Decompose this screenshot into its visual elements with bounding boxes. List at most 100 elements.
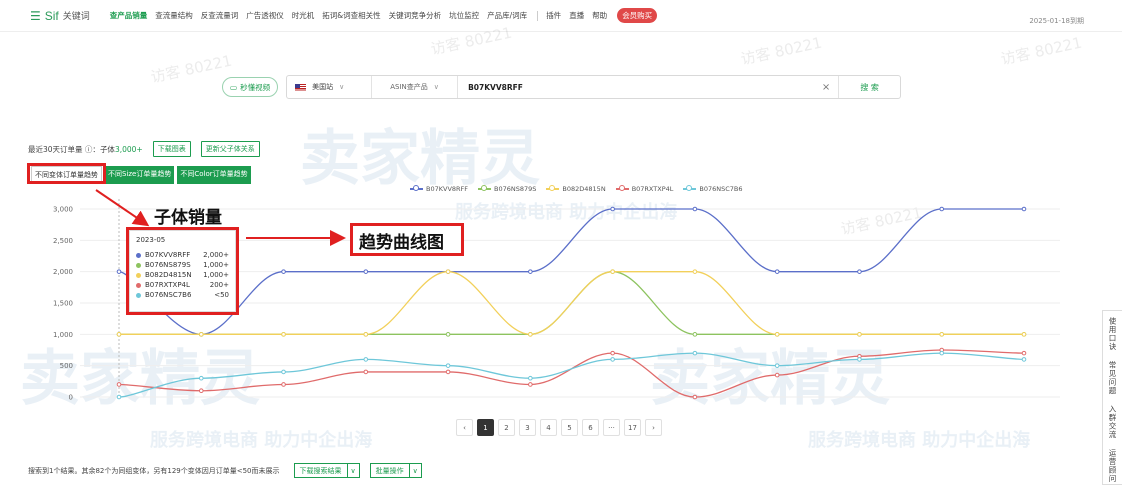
page-2[interactable]: 2 [498, 419, 515, 436]
annotation-trend-chart: 趋势曲线图 [359, 233, 444, 253]
page-ellipsis[interactable]: ··· [603, 419, 620, 436]
legend-item[interactable]: B07RXTXP4L [615, 185, 673, 193]
legend-label: B076NSC7B6 [699, 185, 743, 193]
nav-item-monitor[interactable]: 坑位监控 [449, 10, 479, 21]
data-point [1021, 332, 1027, 337]
batch-action-button[interactable]: 批量操作 ∨ [369, 463, 422, 478]
brand-sub: 关键词 [62, 12, 90, 22]
page-4[interactable]: 4 [540, 419, 557, 436]
download-results-button[interactable]: 下载搜索结果 ∨ [293, 463, 360, 478]
vip-button[interactable]: 会员购买 [617, 8, 658, 23]
nav-item-timemachine[interactable]: 时光机 [292, 10, 315, 21]
nav-item-live[interactable]: 直播 [569, 10, 584, 21]
legend-marker [546, 185, 560, 191]
page-prev[interactable]: ‹ [456, 419, 473, 436]
nav-divider [537, 10, 539, 21]
y-tick-label: 0 [69, 394, 73, 402]
watermark-slogan: 服务跨境电商 助力中企出海 [150, 430, 373, 451]
data-point [445, 269, 451, 274]
legend-item[interactable]: B076NSC7B6 [683, 185, 743, 193]
tab-color-trend[interactable]: 不同Color订单量趋势 [177, 166, 251, 184]
menu-icon[interactable]: ☰ [30, 9, 41, 23]
nav-item-expand[interactable]: 拓词&词查相关性 [322, 10, 380, 21]
data-point [281, 382, 286, 387]
side-item-consultant[interactable]: 运营顾问 [1107, 449, 1118, 483]
data-point [363, 332, 369, 337]
data-point [1021, 206, 1027, 212]
page-6[interactable]: 6 [582, 419, 599, 436]
data-point [857, 332, 862, 337]
data-point [610, 357, 615, 362]
site-select[interactable]: 美国站 ∨ [287, 76, 373, 98]
data-point [692, 332, 698, 337]
side-item-tips[interactable]: 使用口诀 [1107, 317, 1118, 351]
data-point [857, 353, 862, 359]
watermark-brand: 卖家精灵 [300, 124, 540, 194]
page-next[interactable]: › [645, 419, 662, 436]
download-chart-button[interactable]: 下载图表 [152, 141, 191, 157]
tab-size-trend[interactable]: 不同Size订单量趋势 [105, 166, 175, 184]
side-item-group[interactable]: 入群交流 [1107, 405, 1118, 439]
nav-item-help[interactable]: 帮助 [592, 10, 607, 21]
series-line [119, 271, 1024, 335]
video-button-label: 秒懂视频 [240, 82, 271, 92]
page-17[interactable]: 17 [624, 419, 641, 436]
nav-item-competition[interactable]: 关键词竞争分析 [389, 10, 442, 21]
legend-item[interactable]: B082D4815N [546, 185, 606, 193]
data-point [610, 206, 615, 212]
summary-value: 3,000+ [114, 144, 143, 154]
data-point [528, 269, 533, 274]
nav-item-sales[interactable]: 查产品销量 [110, 10, 148, 21]
watermark-visitor: 访客 80221 [739, 33, 824, 69]
data-point [1021, 357, 1027, 362]
nav-item-library[interactable]: 产品库/词库 [487, 10, 527, 21]
legend-marker [683, 185, 697, 191]
legend-marker [478, 185, 492, 191]
series-line [118, 208, 1024, 335]
page-1[interactable]: 1 [477, 419, 494, 436]
y-tick-label: 500 [60, 362, 73, 370]
data-point [445, 363, 451, 368]
data-point [116, 382, 122, 387]
data-point [857, 357, 862, 362]
watermark-brand: 卖家精灵 [650, 344, 890, 414]
summary-row: 最近30天订单量 ⓘ： 子体 3,000+ 下载图表 更新父子体关系 [28, 141, 260, 157]
data-point [198, 388, 204, 394]
legend-label: B082D4815N [562, 185, 606, 193]
clear-icon[interactable]: × [814, 82, 838, 93]
chevron-down-icon[interactable]: ∨ [346, 464, 359, 477]
nav-item-plugin[interactable]: 插件 [546, 10, 561, 21]
data-point [857, 269, 862, 274]
data-point [116, 332, 122, 337]
page-3[interactable]: 3 [519, 419, 536, 436]
logo[interactable]: ☰ Sif 关键词 [30, 9, 90, 23]
chevron-down-icon[interactable]: ∨ [408, 464, 421, 477]
legend-label: B07KVV8RFF [426, 185, 469, 193]
result-footer: 搜索到1个结果。其余82个为同组变体，另有129个变体因月订单量<50而未展示 … [28, 463, 422, 478]
side-item-faq[interactable]: 常见问题 [1107, 361, 1118, 395]
y-tick-label: 1,500 [53, 300, 73, 308]
data-point [939, 332, 945, 337]
video-button[interactable]: ▭ 秒懂视频 [222, 77, 279, 97]
nav-item-traffic[interactable]: 查流量结构 [155, 10, 193, 21]
nav-item-reverse[interactable]: 反查流量词 [201, 10, 239, 21]
legend-item[interactable]: B07KVV8RFF [410, 185, 468, 193]
search-button[interactable]: 搜 索 [838, 76, 900, 98]
data-point [528, 382, 533, 387]
data-point [445, 269, 451, 274]
series-line [118, 352, 1025, 398]
data-point [857, 332, 862, 337]
highlight-box [126, 227, 239, 315]
nav-item-ads[interactable]: 广告透视仪 [246, 10, 284, 21]
data-point [363, 269, 369, 274]
page-5[interactable]: 5 [561, 419, 578, 436]
side-panel: 使用口诀 常见问题 入群交流 运营顾问 [1102, 310, 1122, 485]
data-point [692, 394, 698, 400]
update-relation-button[interactable]: 更新父子体关系 [200, 141, 260, 157]
data-point [610, 269, 615, 274]
search-input[interactable]: B07KVV8RFF [458, 76, 814, 98]
data-point [939, 347, 945, 353]
legend-item[interactable]: B076NS879S [478, 185, 536, 193]
search-row: ▭ 秒懂视频 美国站 ∨ ASIN查产品 ∨ B07KVV8RFF × 搜 索 [222, 75, 902, 99]
type-select[interactable]: ASIN查产品 ∨ [372, 76, 459, 98]
